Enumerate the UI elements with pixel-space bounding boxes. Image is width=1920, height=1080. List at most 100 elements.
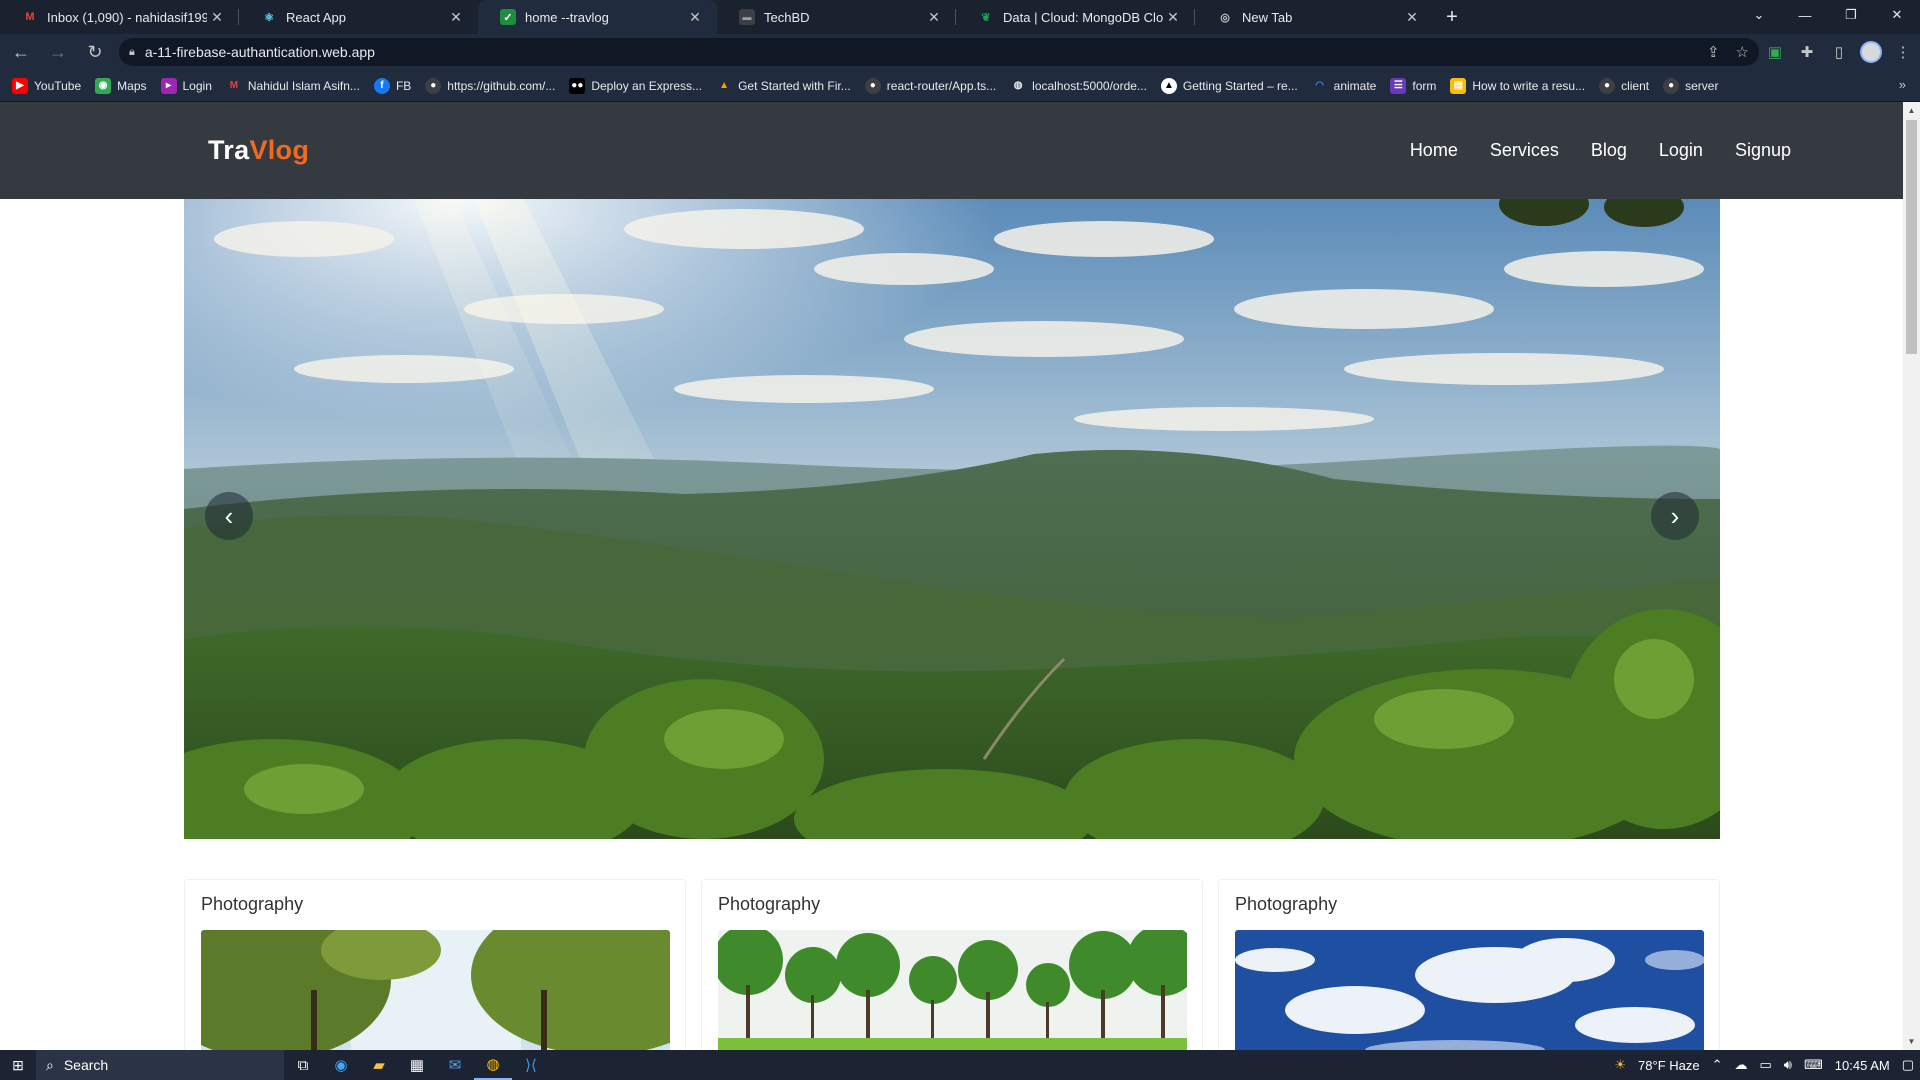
scroll-down-icon[interactable]: ▼ bbox=[1903, 1033, 1920, 1050]
close-icon[interactable]: ✕ bbox=[1163, 9, 1183, 26]
bookmark-github[interactable]: ● https://github.com/... bbox=[425, 77, 555, 94]
restore-icon[interactable]: ❐ bbox=[1828, 0, 1874, 30]
firebase-icon: ▲ bbox=[719, 80, 730, 91]
volume-icon[interactable]: 🔊︎ bbox=[1784, 1057, 1792, 1073]
nav-link-login[interactable]: Login bbox=[1659, 140, 1703, 161]
windows-start-icon[interactable]: ⊞ bbox=[0, 1050, 36, 1080]
clock-time[interactable]: 10:45 AM bbox=[1835, 1058, 1890, 1073]
tab-mongodb[interactable]: ❦ Data | Cloud: MongoDB Cloud ✕ bbox=[956, 0, 1195, 34]
extension-icon[interactable]: ▣ bbox=[1759, 36, 1791, 68]
back-icon[interactable]: ← bbox=[5, 36, 37, 68]
mail-icon[interactable]: ✉ bbox=[436, 1050, 474, 1080]
window-close-icon[interactable]: ✕ bbox=[1874, 0, 1920, 30]
network-icon[interactable]: ▭ bbox=[1760, 1057, 1772, 1073]
store-icon[interactable]: ▦ bbox=[398, 1050, 436, 1080]
bookmark-animate[interactable]: ◠ animate bbox=[1312, 78, 1377, 94]
close-icon[interactable]: ✕ bbox=[207, 9, 227, 26]
nav-link-blog[interactable]: Blog bbox=[1591, 140, 1627, 161]
card-image-forest-trail[interactable] bbox=[201, 930, 670, 1050]
nav-link-services[interactable]: Services bbox=[1490, 140, 1559, 161]
bookmark-deploy-express[interactable]: ●● Deploy an Express... bbox=[569, 77, 702, 94]
share-icon[interactable]: ⇪ bbox=[1707, 43, 1720, 61]
close-icon[interactable]: ✕ bbox=[924, 9, 944, 26]
forward-icon[interactable]: → bbox=[42, 36, 74, 68]
carousel-prev-button[interactable]: ‹ bbox=[205, 492, 253, 540]
bookmark-youtube[interactable]: ▶ YouTube bbox=[12, 77, 81, 94]
tray-chevron-icon[interactable]: ⌃ bbox=[1712, 1057, 1723, 1073]
site-logo[interactable]: TraVlog bbox=[208, 135, 309, 166]
bookmark-star-icon[interactable]: ☆ bbox=[1736, 43, 1749, 61]
service-card[interactable]: Photography bbox=[701, 879, 1203, 1050]
extensions-puzzle-icon[interactable]: ✚ bbox=[1791, 36, 1823, 68]
url-text[interactable]: a-11-firebase-authantication.web.app bbox=[145, 44, 1691, 60]
avatar bbox=[1860, 41, 1882, 63]
address-bar[interactable]: 🔒︎ a-11-firebase-authantication.web.app … bbox=[119, 38, 1759, 66]
bookmark-maps[interactable]: ◉ Maps bbox=[95, 77, 147, 94]
tab-react-app[interactable]: ⚛ React App ✕ bbox=[239, 0, 478, 34]
bookmark-gmail[interactable]: M Nahidul Islam Asifn... bbox=[226, 78, 360, 94]
keyboard-icon[interactable]: ⌨ bbox=[1804, 1057, 1823, 1073]
tab-title: React App bbox=[286, 9, 346, 25]
scroll-up-icon[interactable]: ▲ bbox=[1903, 102, 1920, 119]
facebook-icon: f bbox=[373, 77, 390, 94]
bookmark-form[interactable]: ☰ form bbox=[1390, 77, 1436, 94]
form-icon: ☰ bbox=[1390, 77, 1407, 94]
onedrive-icon[interactable]: ☁ bbox=[1735, 1057, 1748, 1073]
more-bookmarks-icon[interactable]: » bbox=[1899, 77, 1906, 92]
weather-icon[interactable]: ☀ bbox=[1614, 1057, 1626, 1073]
bookmark-react-router[interactable]: ● react-router/App.ts... bbox=[864, 77, 996, 94]
reload-icon[interactable]: ↻ bbox=[79, 36, 111, 68]
bookmark-fb[interactable]: f FB bbox=[373, 77, 411, 94]
edge-icon[interactable]: ◉ bbox=[322, 1050, 360, 1080]
bookmark-getting-started[interactable]: ▲ Getting Started – re... bbox=[1160, 77, 1298, 94]
scrollbar-thumb[interactable] bbox=[1906, 120, 1917, 354]
search-label: Search bbox=[63, 1057, 109, 1073]
gmail-icon: M bbox=[25, 11, 35, 23]
page-scrollbar[interactable]: ▲ ▼ bbox=[1903, 102, 1920, 1050]
page-viewport: TraVlog Home Services Blog Login Signup bbox=[0, 102, 1903, 1050]
weather-text[interactable]: 78°F Haze bbox=[1638, 1058, 1700, 1073]
chrome-taskbar-icon[interactable]: ◍ bbox=[474, 1050, 512, 1080]
tab-search-icon[interactable]: ⌄ bbox=[1736, 0, 1782, 30]
bookmark-resume[interactable]: ▤ How to write a resu... bbox=[1450, 77, 1585, 94]
new-tab-button[interactable]: + bbox=[1434, 0, 1470, 34]
close-icon[interactable]: ✕ bbox=[685, 9, 705, 26]
nav-link-home[interactable]: Home bbox=[1410, 140, 1458, 161]
tab-new-tab[interactable]: ◎ New Tab ✕ bbox=[1195, 0, 1434, 34]
page-icon: ▬ bbox=[739, 9, 755, 25]
card-image-tea-garden[interactable] bbox=[718, 930, 1187, 1050]
close-icon[interactable]: ✕ bbox=[446, 9, 466, 26]
close-icon[interactable]: ✕ bbox=[1402, 9, 1422, 26]
tab-gmail[interactable]: M Inbox (1,090) - nahidasif1998@g ✕ bbox=[0, 0, 239, 34]
tab-title: Inbox (1,090) - nahidasif1998@g bbox=[47, 9, 207, 25]
browser-toolbar: ← → ↻ 🔒︎ a-11-firebase-authantication.we… bbox=[0, 34, 1920, 70]
file-explorer-icon[interactable]: ▰ bbox=[360, 1050, 398, 1080]
taskbar-search[interactable]: ⌕ Search bbox=[36, 1050, 284, 1080]
profile-avatar[interactable] bbox=[1855, 36, 1887, 68]
bookmark-localhost[interactable]: ◍ localhost:5000/orde... bbox=[1010, 78, 1147, 94]
menu-icon[interactable]: ⋮ bbox=[1887, 36, 1919, 68]
tab-techbd[interactable]: ▬ TechBD ✕ bbox=[717, 0, 956, 34]
carousel-next-button[interactable]: › bbox=[1651, 492, 1699, 540]
task-view-icon[interactable]: ⧉ bbox=[284, 1050, 322, 1080]
vscode-icon[interactable]: ⟩⟨ bbox=[512, 1050, 550, 1080]
card-category: Photography bbox=[718, 894, 821, 914]
tab-travlog[interactable]: ✓ home --travlog ✕ bbox=[478, 0, 717, 34]
nav-link-signup[interactable]: Signup bbox=[1735, 140, 1791, 161]
tab-title: TechBD bbox=[764, 9, 810, 25]
lock-icon[interactable]: 🔒︎ bbox=[129, 46, 135, 59]
bookmark-client[interactable]: ● client bbox=[1599, 77, 1649, 94]
service-card[interactable]: Photography bbox=[184, 879, 686, 1050]
main-nav: Home Services Blog Login Signup bbox=[1378, 140, 1791, 161]
notifications-icon[interactable]: ▢ bbox=[1902, 1057, 1914, 1073]
side-panel-icon[interactable]: ▯ bbox=[1823, 36, 1855, 68]
bookmark-label: animate bbox=[1333, 78, 1377, 93]
bookmark-server[interactable]: ● server bbox=[1663, 77, 1718, 94]
card-image-blue-sky[interactable] bbox=[1235, 930, 1704, 1050]
hero-landscape-image bbox=[184, 199, 1720, 839]
bookmark-login[interactable]: ▸ Login bbox=[160, 77, 212, 94]
bookmark-label: Getting Started – re... bbox=[1182, 78, 1298, 93]
service-card[interactable]: Photography bbox=[1218, 879, 1720, 1050]
minimize-icon[interactable]: — bbox=[1782, 0, 1828, 30]
bookmark-firebase[interactable]: ▲ Get Started with Fir... bbox=[716, 78, 851, 94]
